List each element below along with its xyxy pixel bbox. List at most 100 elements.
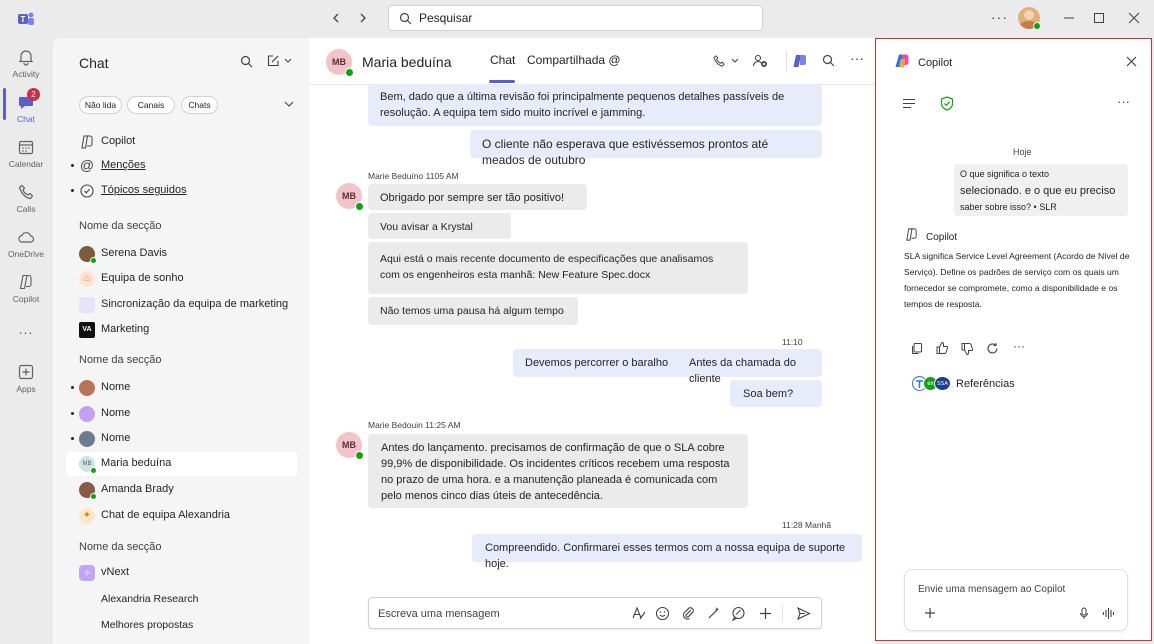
references-link[interactable]: Referências — [956, 378, 1015, 390]
message-text: Vou avisar a Krystal — [380, 221, 473, 233]
copilot-input-placeholder: Envie uma mensagem ao Copilot — [918, 584, 1066, 595]
list-item-amanda-brady[interactable]: Amanda Brady — [53, 478, 309, 502]
list-item-copilot[interactable]: Copilot — [53, 130, 309, 154]
list-item-best-proposals[interactable]: Melhores propostas — [53, 614, 309, 638]
thumbs-up-icon[interactable] — [935, 341, 949, 355]
tab-chat[interactable]: Chat — [490, 53, 515, 67]
rail-item-copilot[interactable]: Copilot — [0, 273, 52, 304]
call-icon[interactable] — [712, 54, 726, 68]
attach-icon[interactable] — [681, 606, 696, 621]
chat-loop-icon[interactable] — [731, 606, 746, 621]
minimize-icon[interactable] — [1063, 12, 1075, 24]
list-item-alexandria-team-chat[interactable]: ✦ Chat de equipa Alexandria — [53, 504, 309, 528]
microphone-icon[interactable] — [1079, 607, 1089, 620]
add-icon[interactable] — [924, 607, 936, 619]
message-text: Não temos uma pausa há algum tempo — [380, 305, 564, 317]
timestamp-suffix: Manhã — [805, 520, 832, 530]
menu-icon[interactable] — [902, 98, 916, 109]
more-options-icon[interactable]: ··· — [850, 50, 864, 66]
list-item-name[interactable]: Nome — [53, 402, 309, 426]
voice-waveform-icon[interactable] — [1102, 607, 1115, 620]
copy-icon[interactable] — [910, 342, 923, 355]
close-icon[interactable] — [1126, 56, 1137, 67]
new-chat-icon[interactable] — [266, 54, 280, 68]
copilot-icon[interactable] — [792, 53, 808, 69]
rail-item-apps[interactable]: Apps — [0, 363, 52, 394]
filter-chats[interactable]: Chats — [181, 96, 218, 114]
bullet-icon — [71, 164, 74, 167]
thumbs-down-icon[interactable] — [960, 342, 974, 356]
list-item-name[interactable]: Nome — [53, 376, 309, 400]
copilot-reply-text: SLA significa Service Level Agreement (A… — [904, 251, 1130, 309]
search-icon[interactable] — [822, 54, 835, 67]
list-item-serena-davis[interactable]: Serena Davis — [53, 242, 309, 266]
forward-arrow-icon[interactable] — [357, 12, 369, 24]
filter-channels[interactable]: Canais — [127, 96, 175, 114]
search-icon[interactable] — [240, 55, 253, 68]
shield-check-icon — [940, 96, 954, 111]
more-options-icon[interactable]: ··· — [991, 9, 1008, 25]
rail-item-activity[interactable]: Activity — [0, 48, 52, 79]
presence-icon — [90, 257, 97, 264]
list-item-label: Melhores propostas — [101, 619, 194, 631]
rail-label: Calls — [16, 204, 36, 214]
search-input[interactable]: Pesquisar — [388, 5, 763, 31]
more-options-icon[interactable]: ··· — [1117, 94, 1130, 109]
vnext-icon: ✧ — [79, 565, 95, 581]
add-people-icon[interactable] — [752, 53, 768, 69]
message-timestamp: 11:28 Manhã — [782, 520, 831, 530]
list-item-label: vNext — [101, 566, 130, 578]
rail-item-onedrive[interactable]: OneDrive — [0, 228, 52, 259]
list-item-label: Chat de equipa Alexandria — [101, 509, 231, 521]
copilot-input-box[interactable]: Envie uma mensagem ao Copilot — [904, 569, 1128, 631]
tab-shared[interactable]: Compartilhada @ — [527, 53, 621, 67]
filter-unread[interactable]: Não lida — [79, 96, 122, 114]
compose-box[interactable]: Escreva uma mensagem — [368, 597, 822, 629]
more-options-icon[interactable]: ··· — [1013, 339, 1025, 353]
maximize-icon[interactable] — [1093, 12, 1105, 24]
list-item-mentions[interactable]: @ Menções — [53, 154, 309, 178]
list-item-dream-team[interactable]: ♨ Equipa de sonho — [53, 267, 309, 291]
list-item-alexandria-research[interactable]: Alexandria Research — [53, 588, 309, 612]
message-text: Aqui está o mais recente documento de es… — [380, 253, 714, 281]
send-icon[interactable] — [796, 606, 811, 621]
list-item-label: Serena Davis — [101, 247, 168, 259]
list-item-followed-topics[interactable]: Tópicos seguidos — [53, 179, 309, 203]
list-item-maria-beduina-selected[interactable]: MB Maria beduína — [66, 452, 297, 476]
back-arrow-icon[interactable] — [330, 12, 342, 24]
copilot-outline-icon — [81, 135, 93, 149]
list-item-marketing[interactable]: VA Marketing — [53, 318, 309, 342]
day-separator: Hoje — [1013, 147, 1032, 157]
regenerate-icon[interactable] — [986, 342, 999, 355]
svg-text:T: T — [21, 15, 26, 24]
contact-avatar[interactable]: MB — [326, 49, 354, 77]
list-item-vnext[interactable]: ✧ vNext — [53, 561, 309, 585]
list-item-marketing-sync[interactable]: Sincronização da equipa de marketing — [53, 293, 309, 317]
chevron-down-icon[interactable] — [284, 101, 294, 108]
rail-item-calls[interactable]: Calls — [0, 183, 52, 214]
chevron-down-icon[interactable] — [731, 58, 739, 64]
chevron-down-icon[interactable] — [284, 58, 292, 64]
list-item-label: Equipa de sonho — [101, 272, 184, 284]
list-item-label: Nome — [101, 407, 131, 419]
rail-label: Apps — [16, 384, 36, 394]
chat-unread-badge: 2 — [27, 88, 40, 101]
section-header: Nome da secção — [79, 541, 162, 553]
presence-icon — [90, 467, 97, 474]
rail-label: Calendar — [8, 159, 44, 169]
emoji-icon[interactable] — [655, 606, 670, 621]
cloud-icon — [18, 232, 35, 243]
message-bubble: Bem, dado que a última revisão foi princ… — [368, 84, 822, 126]
format-text-icon[interactable] — [631, 606, 646, 621]
rail-item-chat[interactable]: Chat 2 — [0, 88, 52, 124]
reference-badge: SSA — [934, 376, 951, 391]
contact-name: Maria beduína — [362, 54, 452, 70]
close-window-icon[interactable] — [1128, 12, 1140, 24]
loop-compose-icon[interactable] — [706, 606, 721, 621]
rail-item-calendar[interactable]: Calendar — [0, 138, 52, 169]
add-icon[interactable] — [758, 606, 773, 621]
list-item-name[interactable]: Nome — [53, 427, 309, 451]
message-sender-meta: Marie Bedouin 11:25 AM — [368, 420, 461, 430]
rail-more-apps-icon[interactable]: ... — [0, 321, 52, 337]
avatar — [79, 431, 95, 447]
